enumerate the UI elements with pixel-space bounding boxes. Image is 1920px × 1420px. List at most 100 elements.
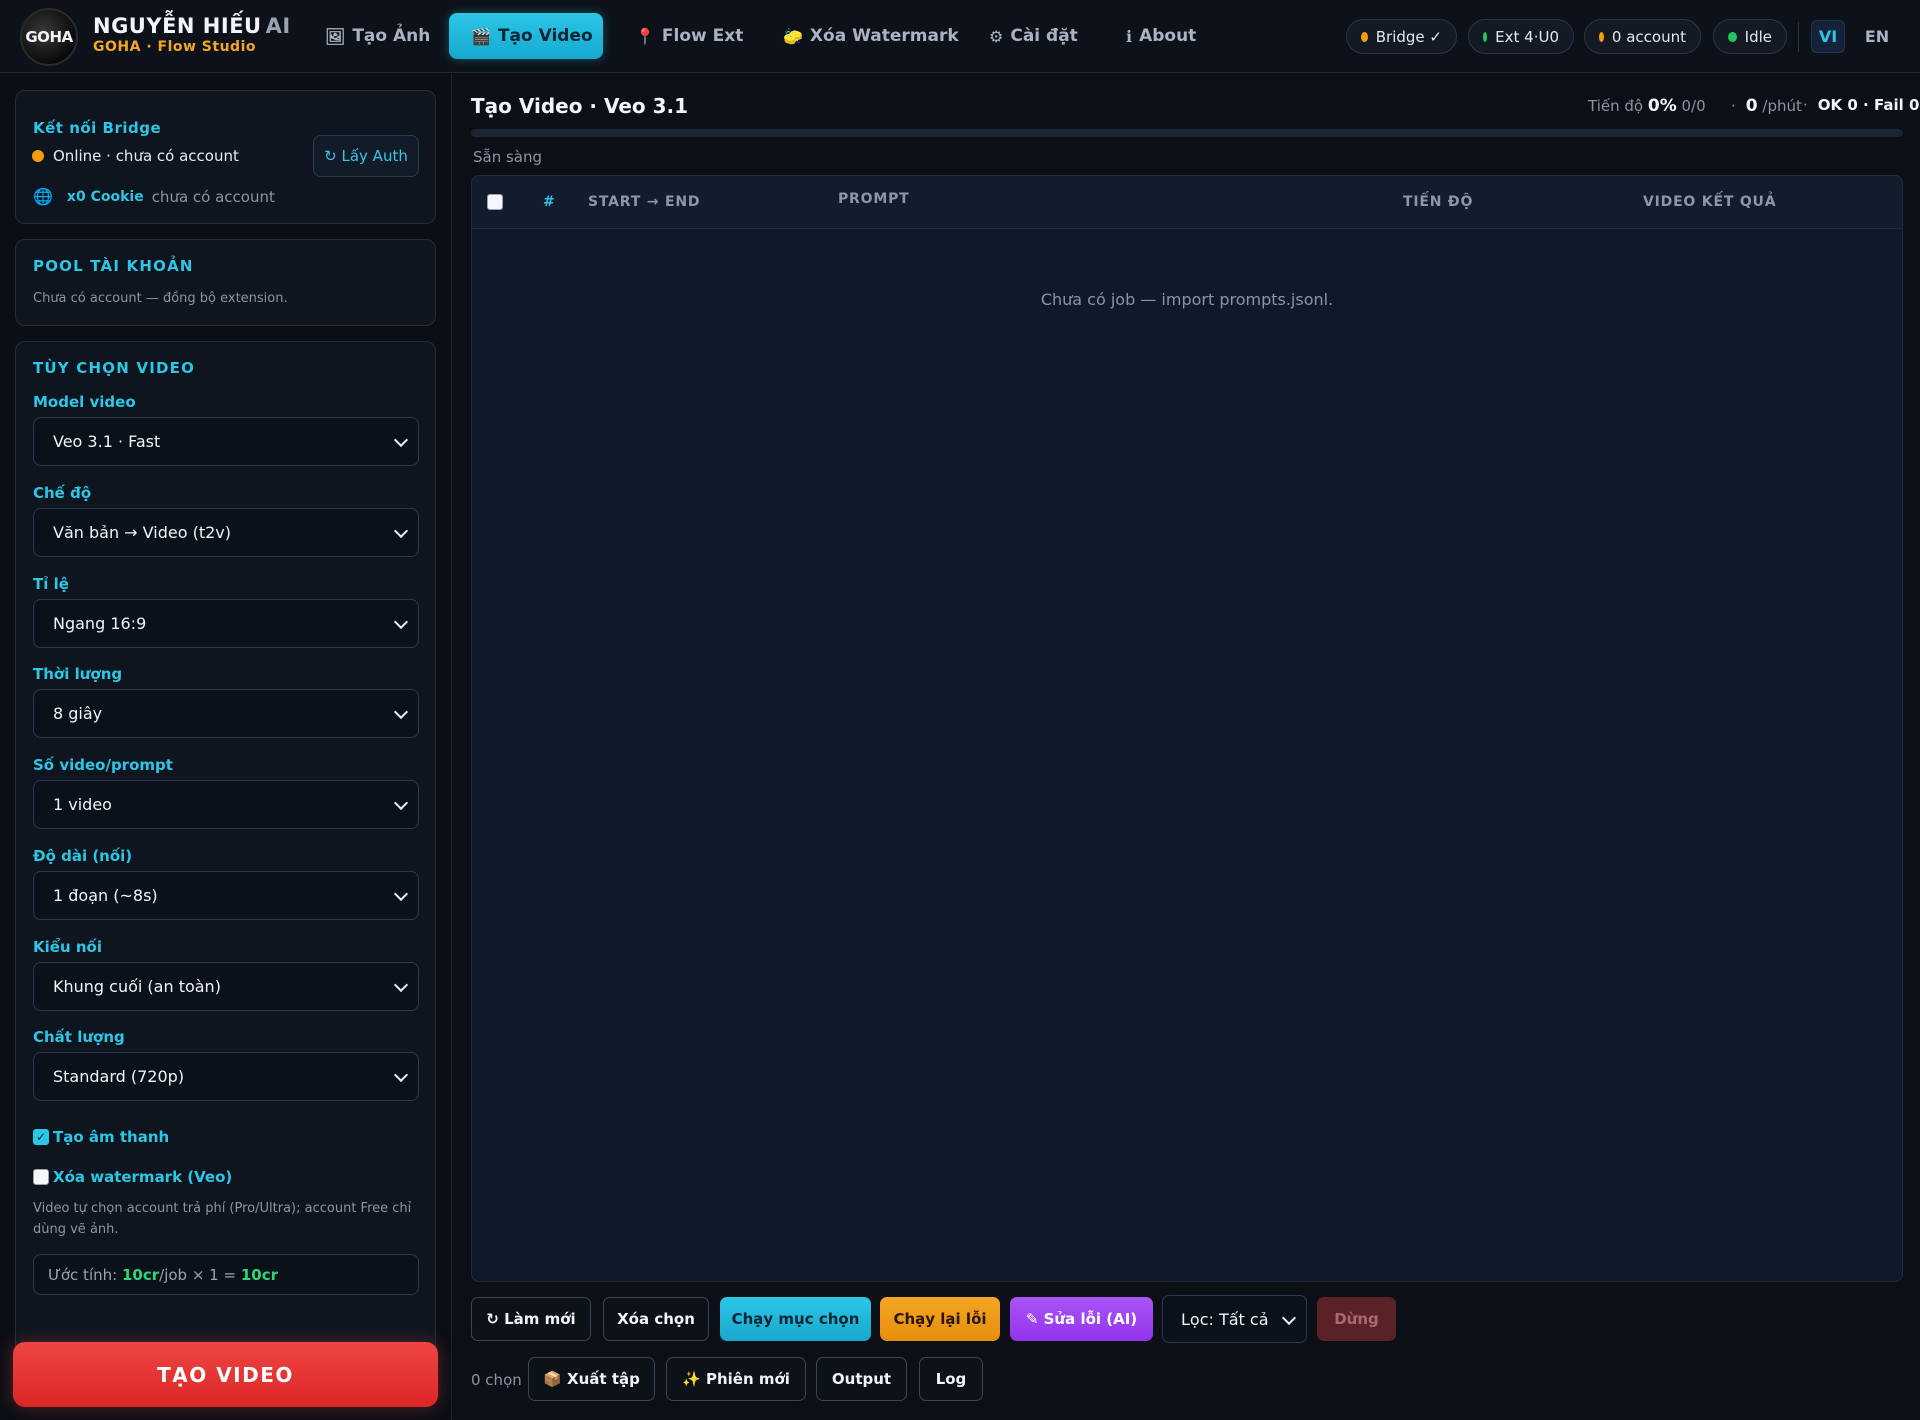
ext-status-pill[interactable]: Ext 4·U0 bbox=[1468, 19, 1574, 54]
quality-label: Chất lượng bbox=[33, 1028, 125, 1046]
progress-count: 0/0 bbox=[1681, 97, 1706, 115]
cookie-status: chưa có account bbox=[151, 187, 275, 206]
join-type-select[interactable]: Khung cuối (an toàn) bbox=[33, 962, 419, 1011]
account-status-pill[interactable]: 0 account bbox=[1584, 19, 1701, 54]
pin-icon: 📍 bbox=[635, 26, 655, 46]
get-auth-button[interactable]: ↻ Lấy Auth bbox=[313, 135, 419, 177]
ai-fix-button[interactable]: ✎ Sửa lỗi (AI) bbox=[1010, 1297, 1153, 1341]
status-dot bbox=[1361, 31, 1368, 42]
divider bbox=[1798, 22, 1799, 52]
tab-tao-anh[interactable]: 🖼 Tạo Ảnh bbox=[325, 13, 430, 59]
tab-label: About bbox=[1139, 26, 1197, 46]
estimate-rate: 10cr bbox=[121, 1265, 160, 1284]
tab-label: Tạo Video bbox=[497, 26, 593, 46]
filter-select[interactable]: Lọc: Tất cả bbox=[1162, 1295, 1307, 1343]
duration-select[interactable]: 8 giây bbox=[33, 689, 419, 738]
aspect-label: Tỉ lệ bbox=[33, 575, 69, 593]
ok-fail-text: OK 0 · Fail 0 bbox=[1817, 96, 1920, 114]
audio-checkbox[interactable]: ✓ bbox=[33, 1129, 49, 1145]
watermark-label: Xóa watermark (Veo) bbox=[53, 1168, 233, 1186]
audio-checkbox-row[interactable]: ✓ Tạo âm thanh bbox=[33, 1128, 169, 1146]
bridge-status-text: Bridge ✓ bbox=[1375, 27, 1442, 46]
new-session-button[interactable]: ✨ Phiên mới bbox=[666, 1357, 806, 1401]
sidebar: Kết nối Bridge Online · chưa có account … bbox=[0, 74, 452, 1420]
log-button[interactable]: Log bbox=[919, 1357, 983, 1401]
bridge-title: Kết nối Bridge bbox=[33, 119, 162, 137]
run-state-text: Idle bbox=[1744, 27, 1772, 46]
tab-tao-video[interactable]: 🎬 Tạo Video bbox=[449, 13, 603, 59]
ok-fail-stats: · OK 0 · Fail 0 bbox=[1803, 96, 1920, 114]
select-value: Lọc: Tất cả bbox=[1181, 1309, 1269, 1329]
cookie-count: x0 Cookie bbox=[66, 188, 144, 205]
bridge-card: Kết nối Bridge Online · chưa có account … bbox=[15, 90, 436, 224]
account-status-text: 0 account bbox=[1611, 27, 1686, 46]
clapper-icon: 🎬 bbox=[471, 26, 491, 46]
output-button[interactable]: Output bbox=[816, 1357, 907, 1401]
tab-label: Cài đặt bbox=[1010, 26, 1078, 46]
watermark-checkbox-row[interactable]: Xóa watermark (Veo) bbox=[33, 1168, 232, 1186]
pool-empty-text: Chưa có account — đồng bộ extension. bbox=[33, 291, 288, 306]
delete-selected-button[interactable]: Xóa chọn bbox=[603, 1297, 709, 1341]
duration-label: Thời lượng bbox=[33, 665, 123, 683]
select-value: Văn bản → Video (t2v) bbox=[53, 523, 231, 542]
progress-bar bbox=[471, 129, 1903, 137]
tab-label: Tạo Ảnh bbox=[352, 26, 431, 46]
chevron-down-icon bbox=[393, 614, 409, 630]
tab-cai-dat[interactable]: ⚙ Cài đặt bbox=[989, 13, 1078, 59]
progress-percent: 0% bbox=[1647, 96, 1677, 116]
cookie-row: 🌐 x0 Cookie chưa có account bbox=[33, 187, 275, 206]
rerun-errors-button[interactable]: Chạy lại lỗi bbox=[880, 1297, 1000, 1341]
column-progress: TIẾN ĐỘ bbox=[1403, 194, 1474, 210]
brand-name-suffix: AI bbox=[265, 14, 291, 38]
aspect-select[interactable]: Ngang 16:9 bbox=[33, 599, 419, 648]
length-select[interactable]: 1 đoạn (~8s) bbox=[33, 871, 419, 920]
model-label: Model video bbox=[33, 393, 136, 411]
brand-title: NGUYỄN HIẾU AI bbox=[93, 14, 291, 38]
rate-value: 0 bbox=[1745, 96, 1758, 116]
watermark-checkbox[interactable] bbox=[33, 1169, 49, 1185]
empty-state: Chưa có job — import prompts.jsonl. bbox=[1040, 290, 1334, 309]
tab-xoa-watermark[interactable]: 🧽 Xóa Watermark bbox=[783, 13, 959, 59]
brand-name: NGUYỄN HIẾU bbox=[93, 14, 262, 38]
select-value: Ngang 16:9 bbox=[53, 614, 147, 633]
mode-select[interactable]: Văn bản → Video (t2v) bbox=[33, 508, 419, 557]
export-button[interactable]: 📦 Xuất tập bbox=[528, 1357, 655, 1401]
run-selected-button[interactable]: Chạy mục chọn bbox=[720, 1297, 871, 1341]
video-options-card: TÙY CHỌN VIDEO Model video Veo 3.1 · Fas… bbox=[15, 341, 436, 1391]
estimate-mid: /job × 1 = bbox=[159, 1265, 237, 1284]
lang-en-button[interactable]: EN bbox=[1859, 20, 1895, 53]
bridge-status-pill[interactable]: Bridge ✓ bbox=[1346, 19, 1457, 54]
bridge-status-text: Online · chưa có account bbox=[53, 147, 239, 165]
chevron-down-icon bbox=[393, 795, 409, 811]
mode-label: Chế độ bbox=[33, 484, 92, 502]
column-video-result: VIDEO KẾT QUẢ bbox=[1643, 194, 1777, 210]
status-dot bbox=[1483, 31, 1488, 42]
account-note: Video tự chọn account trả phí (Pro/Ultra… bbox=[33, 1201, 412, 1237]
count-select[interactable]: 1 video bbox=[33, 780, 419, 829]
length-label: Độ dài (nối) bbox=[33, 847, 133, 865]
tab-flow-ext[interactable]: 📍 Flow Ext bbox=[635, 13, 743, 59]
image-icon: 🖼 bbox=[325, 26, 346, 46]
table-header: # START → END PROMPT TIẾN ĐỘ VIDEO KẾT Q… bbox=[472, 176, 1902, 229]
create-video-button[interactable]: TẠO VIDEO bbox=[13, 1342, 438, 1407]
model-select[interactable]: Veo 3.1 · Fast bbox=[33, 417, 419, 466]
lang-vi-button[interactable]: VI bbox=[1811, 20, 1845, 53]
refresh-button[interactable]: ↻ Làm mới bbox=[471, 1297, 591, 1341]
page-title: Tạo Video · Veo 3.1 bbox=[471, 94, 689, 118]
stop-button[interactable]: Dừng bbox=[1317, 1297, 1396, 1341]
join-type-label: Kiểu nối bbox=[33, 938, 102, 956]
tab-about[interactable]: ℹ About bbox=[1126, 13, 1196, 59]
chevron-down-icon bbox=[393, 977, 409, 993]
select-value: 1 video bbox=[53, 795, 112, 814]
progress-label: Tiến độ bbox=[1588, 97, 1644, 115]
select-all-checkbox[interactable] bbox=[487, 194, 503, 210]
rate-stats: · 0 /phút bbox=[1731, 96, 1802, 116]
estimate-total: 10cr bbox=[240, 1265, 278, 1284]
run-state-pill[interactable]: Idle bbox=[1713, 19, 1787, 54]
quality-select[interactable]: Standard (720p) bbox=[33, 1052, 419, 1101]
info-icon: ℹ bbox=[1126, 26, 1133, 46]
pool-title: POOL TÀI KHOẢN bbox=[33, 257, 194, 275]
brand-subtitle: GOHA · Flow Studio bbox=[93, 39, 256, 55]
status-dot bbox=[1728, 31, 1737, 42]
ext-status-text: Ext 4·U0 bbox=[1495, 27, 1559, 46]
